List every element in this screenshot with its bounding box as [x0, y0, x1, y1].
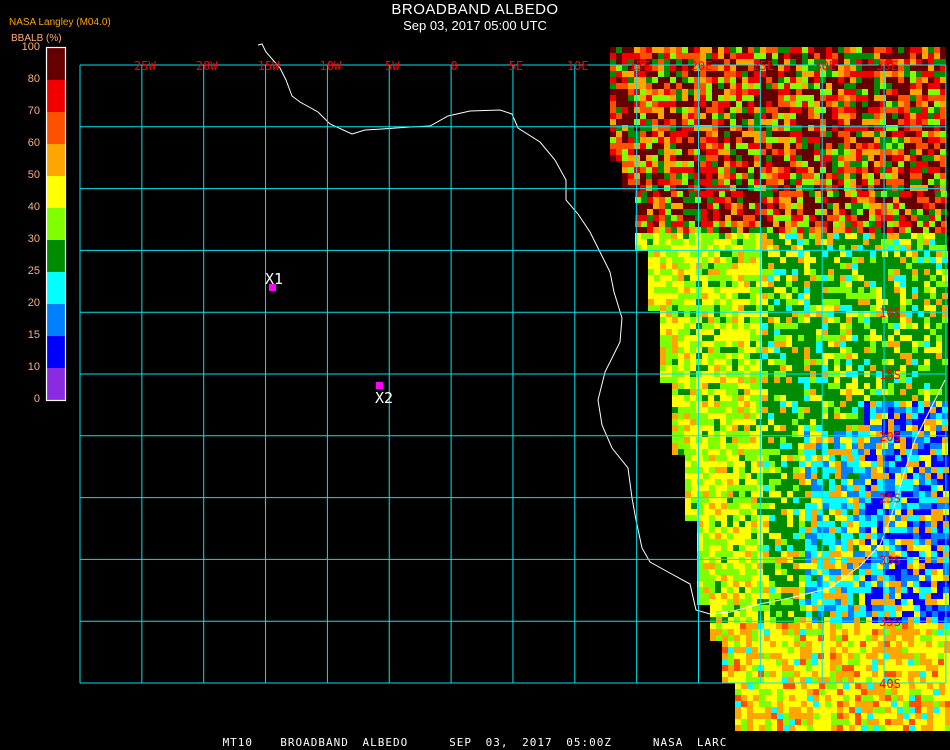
legend-tick-label: 0 — [33, 393, 40, 405]
latitude-label: 30S — [879, 553, 901, 567]
marker-x2[interactable]: X2 — [375, 382, 393, 407]
longitude-label: 10W — [320, 59, 342, 73]
latitude-label: 15S — [879, 368, 901, 382]
longitude-label: 5W — [385, 59, 400, 73]
footer-caption: MT10 BROADBAND ALBEDO SEP 03, 2017 05:00… — [222, 736, 728, 749]
latitude-label: 10S — [879, 306, 901, 320]
legend-tick-label: 40 — [27, 201, 40, 213]
legend-tick-label: 50 — [27, 169, 40, 181]
marker-x2-label: X2 — [375, 389, 393, 407]
marker-x1[interactable]: X1 — [265, 270, 283, 291]
legend-swatch — [47, 48, 65, 80]
legend-swatch — [47, 272, 65, 304]
legend-tick-label: 15 — [27, 329, 40, 341]
legend-swatch — [47, 112, 65, 144]
legend-tick-label: 80 — [27, 73, 40, 85]
latitude-label: 40S — [879, 677, 901, 691]
legend-tick-label: 100 — [21, 41, 40, 53]
legend-colorbar — [45, 46, 67, 402]
legend-swatch — [47, 176, 65, 208]
latitude-label: 25S — [879, 492, 901, 506]
longitude-label: 25W — [134, 59, 156, 73]
legend-swatch — [47, 368, 65, 400]
legend-swatch — [47, 240, 65, 272]
legend-tick-label: 10 — [27, 361, 40, 373]
legend-swatch — [47, 208, 65, 240]
longitude-label: 20W — [196, 59, 218, 73]
legend-swatch — [47, 144, 65, 176]
legend-swatch — [47, 336, 65, 368]
legend-tick-label: 30 — [27, 233, 40, 245]
longitude-label: 15W — [258, 59, 280, 73]
legend-tick-label: 25 — [27, 265, 40, 277]
longitude-label: 35E — [876, 59, 898, 73]
longitude-label: 30E — [814, 59, 836, 73]
legend-swatch — [47, 80, 65, 112]
latitude-label: 35S — [879, 615, 901, 629]
legend-swatch — [47, 304, 65, 336]
latitude-label: 20S — [879, 430, 901, 444]
longitude-label: 20E — [691, 59, 713, 73]
legend-tick-label: 70 — [27, 105, 40, 117]
longitude-label: 0 — [450, 59, 457, 73]
marker-x2-square[interactable] — [376, 382, 383, 389]
albedo-map: 25W 20W 15W 10W 5W 0 5E 10E 15E 20E 25E 30E 35E 10S 1… — [45, 43, 950, 731]
map-title: BROADBAND ALBEDO — [391, 1, 559, 18]
longitude-label: 15E — [629, 59, 651, 73]
longitude-label: 5E — [509, 59, 523, 73]
longitude-label: 10E — [567, 59, 589, 73]
legend-tick-label: 60 — [27, 137, 40, 149]
source-label: NASA Langley (M04.0) — [9, 17, 111, 28]
map-subtitle: Sep 03, 2017 05:00 UTC — [403, 18, 547, 33]
marker-x1-label: X1 — [265, 270, 283, 288]
legend-tick-label: 20 — [27, 297, 40, 309]
longitude-label: 25E — [753, 59, 775, 73]
